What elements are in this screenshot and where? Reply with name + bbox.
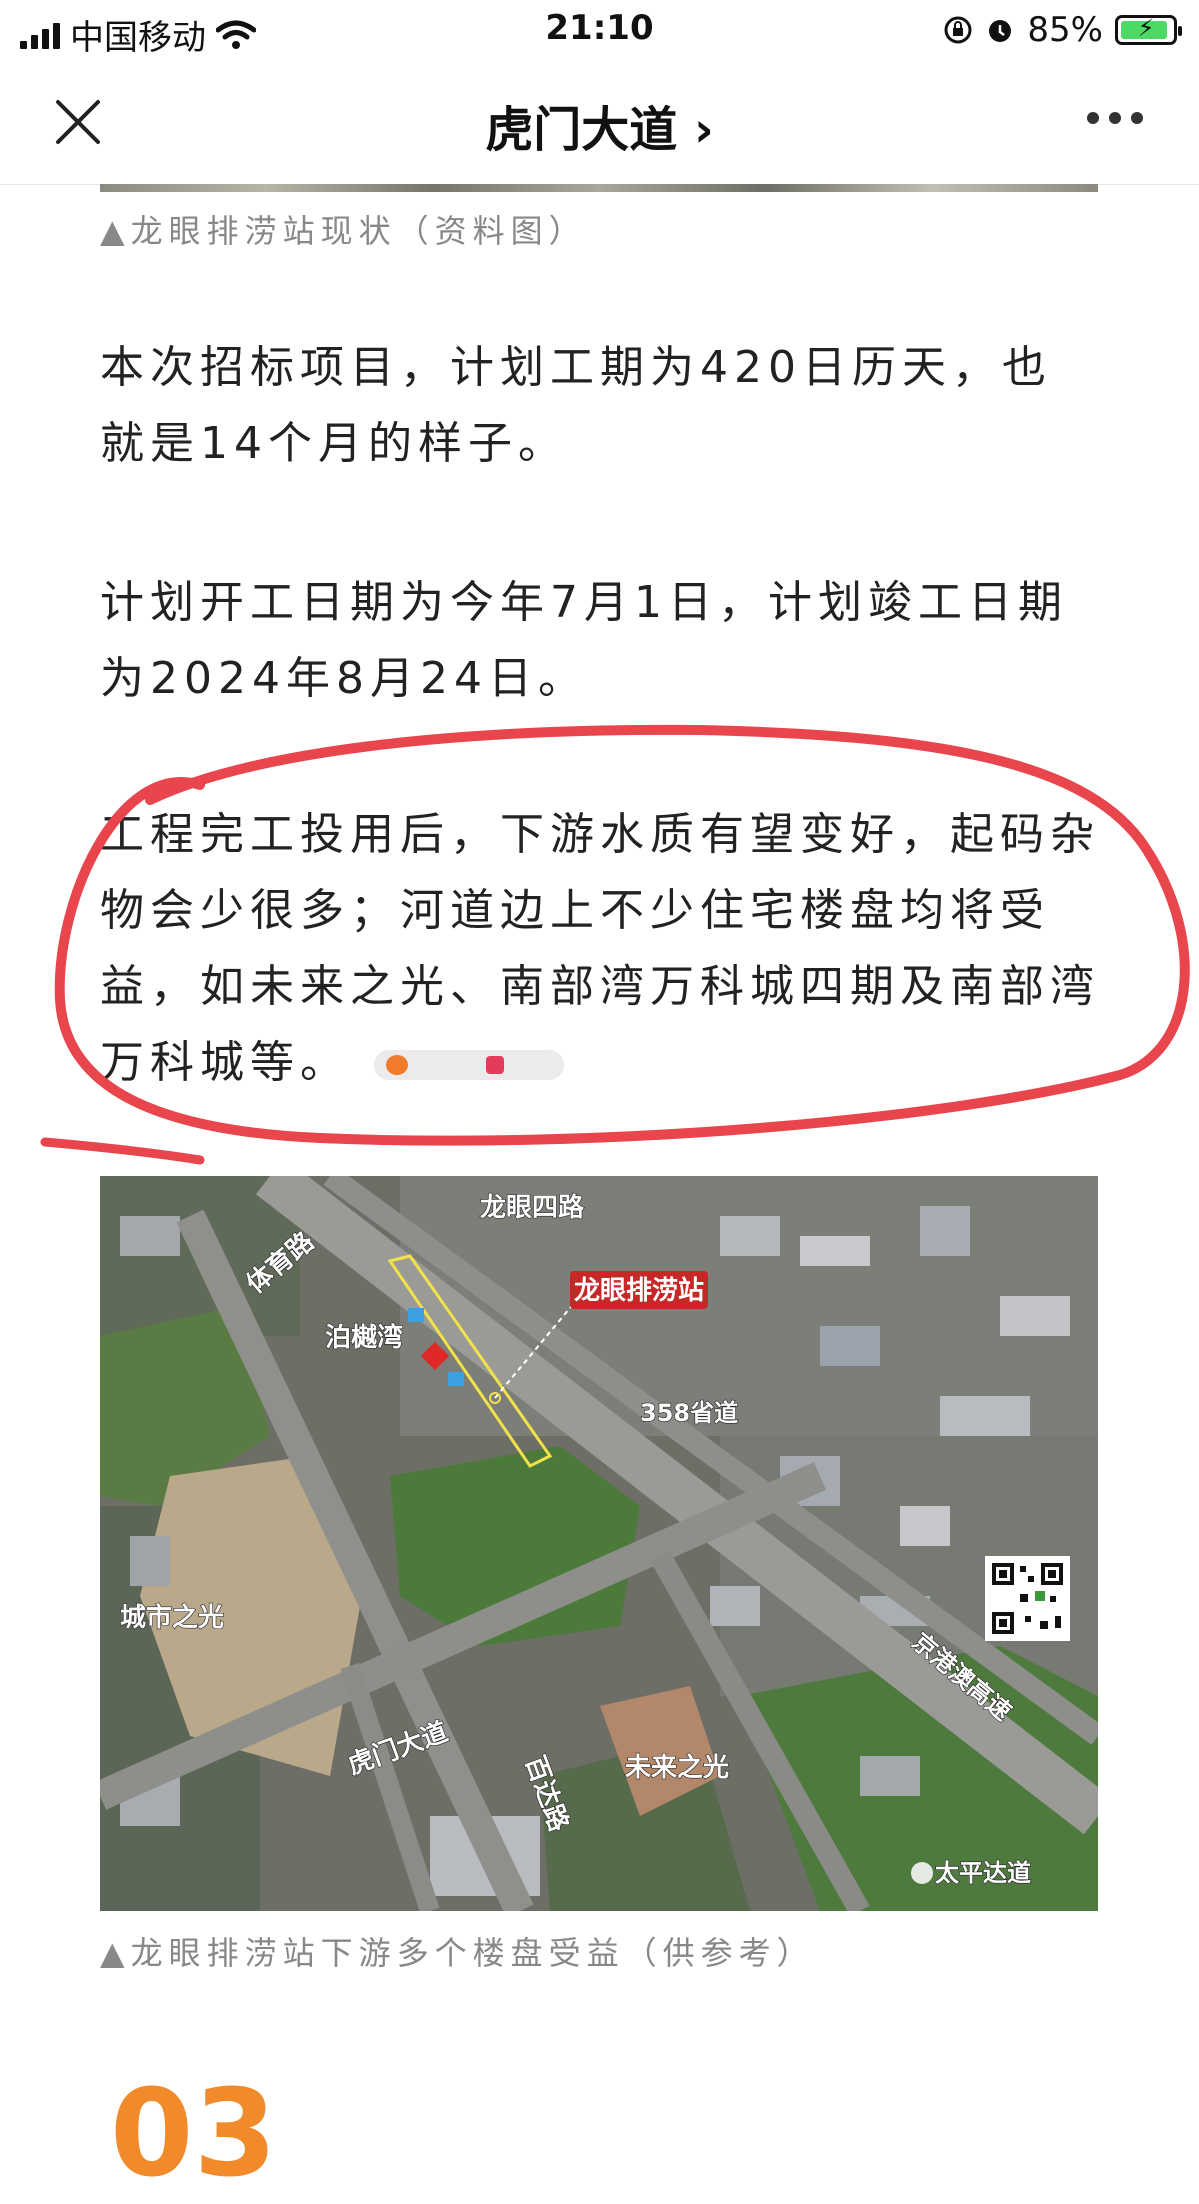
map-label-place-3: 未来之光 xyxy=(625,1752,729,1783)
satellite-map-image: 龙眼排涝站 龙眼四路 体育路 泊樾湾 358省道 城市之光 虎门大道 百达路 未… xyxy=(100,1176,1098,1911)
battery-icon: ⚡ xyxy=(1115,14,1182,45)
map-label-station: 龙眼排涝站 xyxy=(574,1276,704,1306)
paragraph-1: 本次招标项目，计划工期为420日历天，也就是14个月的样子。 xyxy=(100,342,1052,469)
qr-code-icon xyxy=(985,1556,1070,1641)
status-bar: 中国移动 21:10 85% ⚡ xyxy=(0,0,1199,60)
map-label-place-1: 泊樾湾 xyxy=(325,1322,403,1353)
section-number: 03 xyxy=(110,2065,277,2204)
map-label-road-3: 358省道 xyxy=(640,1399,738,1427)
image-caption-bottom: ▲龙眼排涝站下游多个楼盘受益（供参考） xyxy=(100,1934,815,1972)
image-caption-top: ▲龙眼排涝站现状（资料图） xyxy=(100,212,587,250)
navigation-bar: 虎门大道 › xyxy=(0,60,1199,185)
map-label-road-1: 龙眼四路 xyxy=(480,1192,585,1223)
watermark-badge xyxy=(374,1050,564,1080)
wechat-watermark-icon xyxy=(911,1862,933,1884)
account-title-link[interactable]: 虎门大道 › xyxy=(0,90,1199,160)
alarm-icon xyxy=(989,20,1012,42)
more-icon[interactable] xyxy=(1087,112,1143,124)
battery-percent: 85% xyxy=(1027,10,1103,50)
paragraph-2: 计划开工日期为今年7月1日，计划竣工日期为2024年8月24日。 xyxy=(100,577,1068,704)
paragraph-3: 工程完工投用后，下游水质有望变好，起码杂物会少很多；河道边上不少住宅楼盘均将受益… xyxy=(100,797,1100,1101)
paragraph-3-text: 工程完工投用后，下游水质有望变好，起码杂物会少很多；河道边上不少住宅楼盘均将受益… xyxy=(100,809,1100,1088)
map-label-place-2: 城市之光 xyxy=(120,1602,224,1633)
top-image-fragment xyxy=(100,184,1098,192)
rotation-lock-icon xyxy=(944,16,972,44)
map-label-watermark: 太平达道 xyxy=(935,1859,1031,1887)
status-right: 85% ⚡ xyxy=(943,10,1182,50)
